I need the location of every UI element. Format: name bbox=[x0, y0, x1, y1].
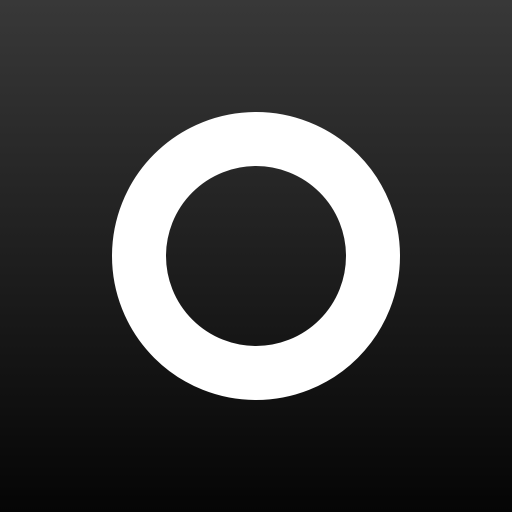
app-icon bbox=[0, 0, 512, 512]
ring-icon bbox=[112, 112, 400, 400]
ring-shape bbox=[112, 112, 400, 400]
